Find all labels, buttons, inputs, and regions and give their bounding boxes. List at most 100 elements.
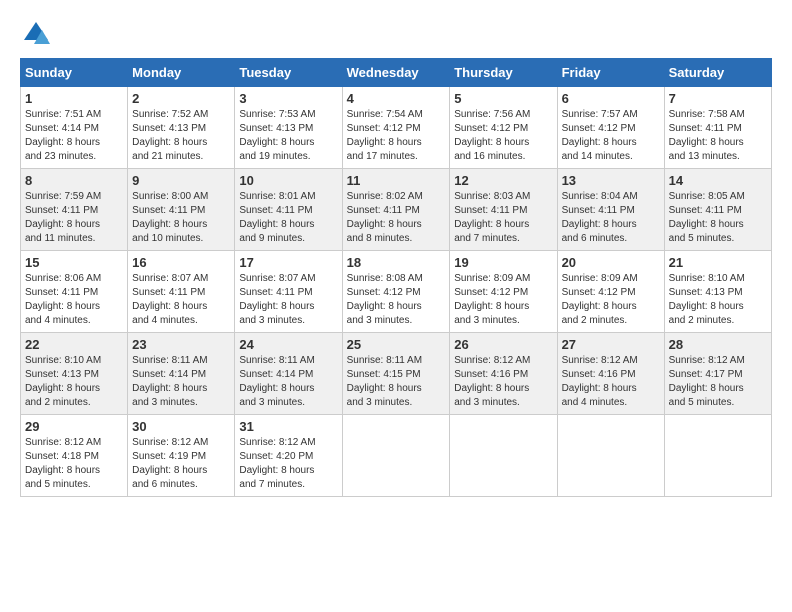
day-number: 3 xyxy=(239,91,337,106)
sunset-time: 4:20 PM xyxy=(276,451,313,462)
daylight-minutes: and 3 minutes. xyxy=(454,315,520,326)
sunrise-label: Sunrise: xyxy=(25,109,64,120)
sunrise-label: Sunrise: xyxy=(132,355,171,366)
calendar-cell: 27 Sunrise: 8:12 AM Sunset: 4:16 PM Dayl… xyxy=(557,333,664,415)
day-number: 22 xyxy=(25,337,123,352)
calendar-cell: 13 Sunrise: 8:04 AM Sunset: 4:11 PM Dayl… xyxy=(557,169,664,251)
day-info: Sunrise: 8:07 AM Sunset: 4:11 PM Dayligh… xyxy=(132,272,230,328)
calendar-cell: 6 Sunrise: 7:57 AM Sunset: 4:12 PM Dayli… xyxy=(557,87,664,169)
calendar-cell: 19 Sunrise: 8:09 AM Sunset: 4:12 PM Dayl… xyxy=(450,251,557,333)
day-info: Sunrise: 7:51 AM Sunset: 4:14 PM Dayligh… xyxy=(25,108,123,164)
day-info: Sunrise: 8:08 AM Sunset: 4:12 PM Dayligh… xyxy=(347,272,446,328)
daylight-minutes: and 14 minutes. xyxy=(562,151,633,162)
daylight-label: Daylight: xyxy=(239,137,281,148)
daylight-hours: 8 hours xyxy=(710,219,743,230)
day-info: Sunrise: 7:58 AM Sunset: 4:11 PM Dayligh… xyxy=(669,108,767,164)
sunset-label: Sunset: xyxy=(25,369,62,380)
day-number: 1 xyxy=(25,91,123,106)
sunset-label: Sunset: xyxy=(239,123,276,134)
day-number: 10 xyxy=(239,173,337,188)
sunset-label: Sunset: xyxy=(454,369,491,380)
daylight-label: Daylight: xyxy=(669,383,711,394)
calendar-week-4: 22 Sunrise: 8:10 AM Sunset: 4:13 PM Dayl… xyxy=(21,333,772,415)
daylight-minutes: and 3 minutes. xyxy=(347,315,413,326)
sunrise-label: Sunrise: xyxy=(347,191,386,202)
day-header-wednesday: Wednesday xyxy=(342,59,450,87)
sunset-label: Sunset: xyxy=(25,287,62,298)
calendar-header-row: SundayMondayTuesdayWednesdayThursdayFrid… xyxy=(21,59,772,87)
day-number: 15 xyxy=(25,255,123,270)
day-header-saturday: Saturday xyxy=(664,59,771,87)
sunrise-label: Sunrise: xyxy=(669,355,708,366)
day-number: 11 xyxy=(347,173,446,188)
sunrise-time: 8:00 AM xyxy=(172,191,209,202)
calendar-cell: 1 Sunrise: 7:51 AM Sunset: 4:14 PM Dayli… xyxy=(21,87,128,169)
sunrise-time: 8:11 AM xyxy=(172,355,208,366)
sunset-time: 4:13 PM xyxy=(276,123,313,134)
day-info: Sunrise: 7:53 AM Sunset: 4:13 PM Dayligh… xyxy=(239,108,337,164)
daylight-minutes: and 23 minutes. xyxy=(25,151,96,162)
day-number: 6 xyxy=(562,91,660,106)
daylight-label: Daylight: xyxy=(669,301,711,312)
daylight-label: Daylight: xyxy=(132,301,174,312)
day-info: Sunrise: 8:12 AM Sunset: 4:18 PM Dayligh… xyxy=(25,436,123,492)
sunrise-label: Sunrise: xyxy=(239,355,278,366)
daylight-hours: 8 hours xyxy=(281,465,314,476)
daylight-label: Daylight: xyxy=(132,383,174,394)
daylight-hours: 8 hours xyxy=(710,383,743,394)
day-number: 13 xyxy=(562,173,660,188)
sunset-time: 4:12 PM xyxy=(491,123,528,134)
daylight-minutes: and 5 minutes. xyxy=(669,397,735,408)
sunrise-time: 7:56 AM xyxy=(494,109,531,120)
sunrise-label: Sunrise: xyxy=(347,109,386,120)
day-number: 16 xyxy=(132,255,230,270)
day-info: Sunrise: 8:04 AM Sunset: 4:11 PM Dayligh… xyxy=(562,190,660,246)
daylight-label: Daylight: xyxy=(669,137,711,148)
daylight-hours: 8 hours xyxy=(281,137,314,148)
sunset-label: Sunset: xyxy=(347,123,384,134)
daylight-hours: 8 hours xyxy=(388,219,421,230)
day-info: Sunrise: 8:09 AM Sunset: 4:12 PM Dayligh… xyxy=(454,272,552,328)
sunset-label: Sunset: xyxy=(132,451,169,462)
sunrise-time: 8:11 AM xyxy=(386,355,422,366)
daylight-label: Daylight: xyxy=(132,465,174,476)
day-info: Sunrise: 8:02 AM Sunset: 4:11 PM Dayligh… xyxy=(347,190,446,246)
sunrise-time: 7:58 AM xyxy=(708,109,745,120)
day-header-thursday: Thursday xyxy=(450,59,557,87)
sunrise-time: 8:12 AM xyxy=(601,355,638,366)
day-info: Sunrise: 8:05 AM Sunset: 4:11 PM Dayligh… xyxy=(669,190,767,246)
daylight-label: Daylight: xyxy=(25,465,67,476)
sunrise-time: 8:10 AM xyxy=(708,273,745,284)
daylight-minutes: and 7 minutes. xyxy=(454,233,520,244)
sunrise-label: Sunrise: xyxy=(562,355,601,366)
sunset-label: Sunset: xyxy=(132,123,169,134)
calendar-cell: 24 Sunrise: 8:11 AM Sunset: 4:14 PM Dayl… xyxy=(235,333,342,415)
sunset-time: 4:12 PM xyxy=(383,287,420,298)
calendar-cell: 18 Sunrise: 8:08 AM Sunset: 4:12 PM Dayl… xyxy=(342,251,450,333)
sunset-time: 4:11 PM xyxy=(62,205,99,216)
daylight-hours: 8 hours xyxy=(388,301,421,312)
sunrise-label: Sunrise: xyxy=(454,109,493,120)
sunrise-time: 8:07 AM xyxy=(172,273,209,284)
sunrise-label: Sunrise: xyxy=(25,191,64,202)
day-number: 14 xyxy=(669,173,767,188)
sunrise-time: 8:12 AM xyxy=(279,437,316,448)
sunset-time: 4:12 PM xyxy=(491,287,528,298)
sunrise-label: Sunrise: xyxy=(239,191,278,202)
sunset-time: 4:16 PM xyxy=(491,369,528,380)
sunset-label: Sunset: xyxy=(454,287,491,298)
calendar-cell: 14 Sunrise: 8:05 AM Sunset: 4:11 PM Dayl… xyxy=(664,169,771,251)
daylight-hours: 8 hours xyxy=(174,465,207,476)
sunset-time: 4:11 PM xyxy=(169,205,206,216)
calendar-cell: 12 Sunrise: 8:03 AM Sunset: 4:11 PM Dayl… xyxy=(450,169,557,251)
daylight-minutes: and 3 minutes. xyxy=(239,397,305,408)
calendar-cell: 10 Sunrise: 8:01 AM Sunset: 4:11 PM Dayl… xyxy=(235,169,342,251)
daylight-label: Daylight: xyxy=(454,219,496,230)
daylight-label: Daylight: xyxy=(347,137,389,148)
sunrise-label: Sunrise: xyxy=(562,273,601,284)
sunrise-time: 8:10 AM xyxy=(64,355,101,366)
daylight-hours: 8 hours xyxy=(603,137,636,148)
day-header-monday: Monday xyxy=(128,59,235,87)
sunset-label: Sunset: xyxy=(669,123,706,134)
day-header-friday: Friday xyxy=(557,59,664,87)
